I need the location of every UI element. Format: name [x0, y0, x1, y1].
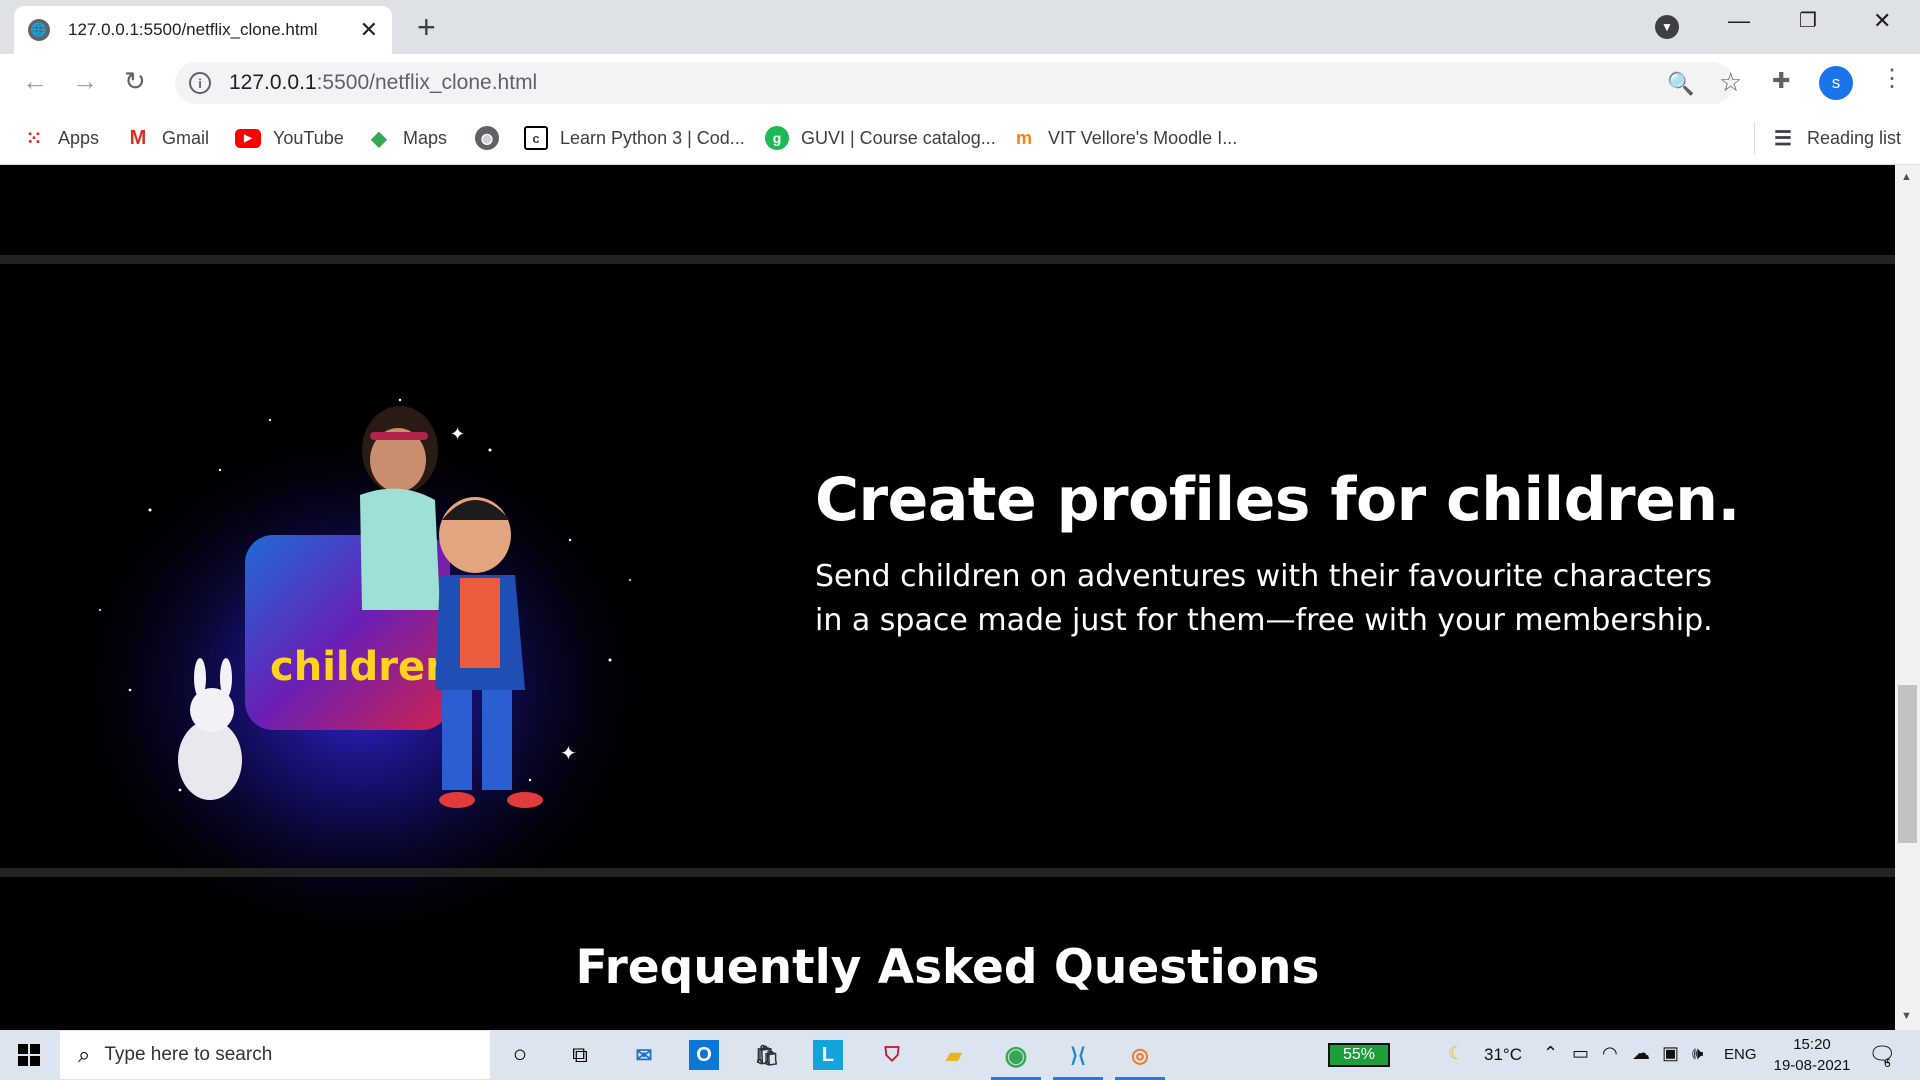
bookmark-guvi[interactable]: g GUVI | Course catalog...: [765, 124, 996, 152]
reading-list-label: Reading list: [1807, 127, 1902, 148]
scroll-down-icon[interactable]: ▼: [1901, 1010, 1912, 1022]
volume-icon[interactable]: 🕪: [1692, 1043, 1703, 1064]
clock-time: 15:20: [1793, 1036, 1831, 1053]
bookmarks-divider: [1754, 122, 1755, 154]
close-tab-icon[interactable]: ✕: [360, 19, 378, 41]
battery-small-icon[interactable]: ▣: [1662, 1043, 1679, 1064]
notification-count: 6: [1884, 1056, 1891, 1070]
minimize-icon[interactable]: —: [1728, 8, 1750, 34]
bookmarks-bar: ⁙ Apps M Gmail ▶ YouTube ◆ Maps ◍ c Lear…: [0, 112, 1920, 165]
guvi-icon: g: [765, 126, 789, 150]
windows-start-icon[interactable]: [18, 1044, 40, 1066]
zoom-icon[interactable]: 🔍: [1667, 71, 1694, 97]
network-icon[interactable]: ☁: [1632, 1043, 1650, 1064]
scrollbar-thumb[interactable]: [1898, 685, 1917, 843]
store-icon[interactable]: 🛍: [750, 1038, 784, 1072]
hero-description: Send children on adventures with their f…: [815, 559, 1713, 638]
page-scrollbar[interactable]: ▲ ▼: [1895, 165, 1920, 1030]
hero-title: Create profiles for children.: [815, 465, 1740, 535]
bookmark-youtube[interactable]: ▶ YouTube: [235, 124, 344, 152]
taskbar-search-placeholder: Type here to search: [104, 1044, 273, 1065]
reading-list[interactable]: ☰ Reading list: [1771, 124, 1901, 152]
new-tab-button[interactable]: +: [417, 10, 436, 44]
scroll-up-icon[interactable]: ▲: [1901, 171, 1912, 183]
meet-now-icon[interactable]: ▭: [1572, 1043, 1589, 1064]
screen: 🌐 127.0.0.1:5500/netflix_clone.html ✕ + …: [0, 0, 1920, 1080]
weather-moon-icon[interactable]: ☾: [1448, 1043, 1464, 1064]
temperature[interactable]: 31°C: [1484, 1045, 1522, 1065]
url-path: :5500/netflix_clone.html: [316, 71, 538, 94]
tab-strip: 🌐 127.0.0.1:5500/netflix_clone.html ✕ + …: [0, 0, 1920, 54]
bookmark-globe[interactable]: ◍: [475, 124, 511, 152]
restore-icon[interactable]: ❐: [1799, 8, 1817, 33]
bookmark-label: VIT Vellore's Moodle I...: [1048, 127, 1238, 148]
bookmark-label: Apps: [58, 127, 100, 148]
tab-title: 127.0.0.1:5500/netflix_clone.html: [68, 20, 318, 39]
bookmark-label: Gmail: [162, 127, 210, 148]
page-viewport: ✦ ✦ ✦ children: [0, 165, 1895, 1030]
faq-title: Frequently Asked Questions: [575, 940, 1320, 995]
chrome-icon[interactable]: ◉: [991, 1038, 1041, 1080]
mcafee-icon[interactable]: ⛉: [875, 1038, 909, 1072]
taskbar-search[interactable]: ⌕ Type here to search: [60, 1031, 490, 1079]
bookmark-maps[interactable]: ◆ Maps: [367, 124, 447, 152]
back-icon[interactable]: ←: [22, 66, 48, 96]
bookmark-label: Maps: [403, 127, 448, 148]
bookmark-label: GUVI | Course catalog...: [801, 127, 996, 148]
vscode-icon[interactable]: ⟩⟨: [1053, 1038, 1103, 1080]
globe-icon: 🌐: [28, 19, 50, 41]
language-indicator[interactable]: ENG: [1724, 1046, 1757, 1063]
cortana-icon[interactable]: ○: [503, 1038, 537, 1072]
bookmark-label: Learn Python 3 | Cod...: [560, 127, 745, 148]
battery-indicator[interactable]: 55%: [1328, 1043, 1390, 1067]
reading-list-icon: ☰: [1774, 127, 1792, 150]
codecademy-icon: c: [524, 126, 548, 150]
clock-date: 19-08-2021: [1773, 1057, 1851, 1074]
bookmark-gmail[interactable]: M Gmail: [126, 124, 209, 152]
address-bar[interactable]: i 127.0.0.1:5500/netflix_clone.html 🔍 ☆: [175, 62, 1742, 104]
extensions-icon[interactable]: ✚: [1772, 68, 1790, 94]
chevron-up-icon[interactable]: ⌃: [1543, 1043, 1558, 1064]
apps-grid-icon: ⁙: [25, 127, 43, 150]
bookmark-moodle[interactable]: m VIT Vellore's Moodle I...: [1012, 124, 1237, 152]
browser-toolbar: ← → ↻ i 127.0.0.1:5500/netflix_clone.htm…: [0, 54, 1920, 112]
reload-icon[interactable]: ↻: [124, 66, 146, 96]
moodle-icon: m: [1015, 127, 1032, 148]
section-divider: [0, 255, 1895, 264]
sparkle-icon: ✦: [560, 743, 577, 765]
search-icon: ⌕: [78, 1042, 91, 1067]
sparkle-icon: ✦: [450, 424, 465, 444]
globe-icon: ◍: [475, 126, 499, 150]
gmail-icon: M: [129, 126, 147, 149]
task-view-icon[interactable]: ⧉: [563, 1038, 597, 1072]
menu-kebab-icon[interactable]: ⋮: [1880, 64, 1904, 93]
profile-avatar[interactable]: s: [1819, 66, 1853, 100]
browser-tab[interactable]: 🌐 127.0.0.1:5500/netflix_clone.html ✕: [14, 6, 392, 54]
clock[interactable]: 15:20 19-08-2021: [1768, 1034, 1856, 1076]
youtube-icon: ▶: [235, 128, 261, 148]
forward-icon[interactable]: →: [72, 66, 98, 96]
section-divider: [0, 868, 1895, 877]
l-app-icon[interactable]: L: [813, 1040, 843, 1070]
notification-icon[interactable]: 🗨: [1868, 1042, 1896, 1068]
info-icon[interactable]: i: [189, 72, 211, 94]
mail-icon[interactable]: ✉: [627, 1038, 661, 1072]
wifi-icon[interactable]: ◠: [1602, 1043, 1618, 1064]
bookmark-apps[interactable]: ⁙ Apps: [22, 124, 99, 152]
windows-taskbar: ⌕ Type here to search ○ ⧉ ✉ O 🛍 L ⛉ ▰ ◉ …: [0, 1030, 1920, 1080]
outlook-icon[interactable]: O: [689, 1040, 719, 1070]
maps-icon: ◆: [371, 127, 387, 150]
url-host: 127.0.0.1: [229, 71, 317, 94]
bookmark-star-icon[interactable]: ☆: [1719, 67, 1742, 98]
bookmark-label: YouTube: [273, 127, 344, 148]
girl-character: [360, 406, 440, 610]
illustration-label: children: [270, 644, 454, 690]
bookmark-codecademy[interactable]: c Learn Python 3 | Cod...: [524, 124, 745, 152]
tab-search-icon[interactable]: ▼: [1655, 15, 1679, 39]
url-text[interactable]: 127.0.0.1:5500/netflix_clone.html: [229, 71, 537, 95]
close-window-icon[interactable]: ✕: [1873, 8, 1891, 34]
jupyter-icon[interactable]: ◎: [1115, 1038, 1165, 1080]
file-explorer-icon[interactable]: ▰: [937, 1038, 971, 1072]
